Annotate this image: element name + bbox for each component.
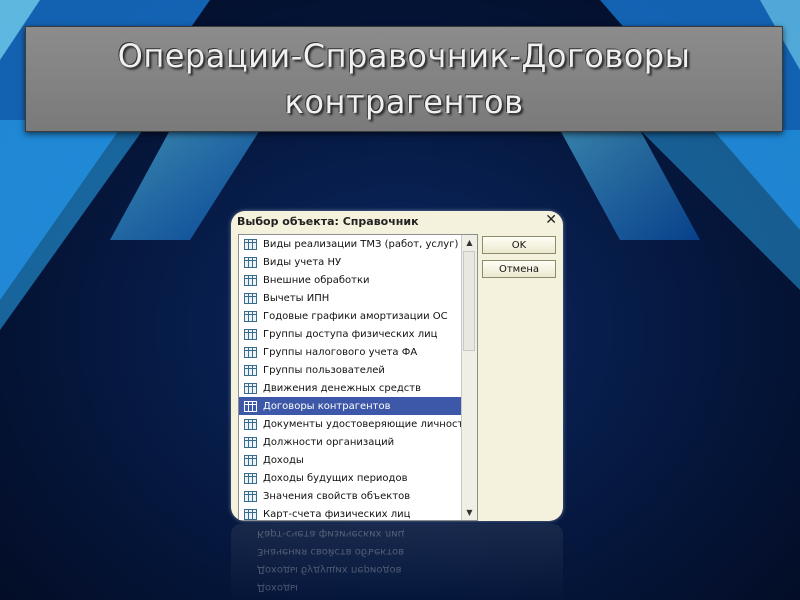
- table-icon: [244, 364, 257, 376]
- scroll-up-icon[interactable]: ▲: [462, 235, 477, 250]
- catalog-items: Виды реализации ТМЗ (работ, услуг) Виды у…: [239, 235, 477, 520]
- scroll-thumb[interactable]: [463, 251, 475, 351]
- ok-button[interactable]: OK: [482, 236, 556, 254]
- reflection-text: Доходы будущих периодов: [257, 564, 402, 575]
- list-item[interactable]: Виды учета НУ: [239, 253, 477, 271]
- table-icon: [244, 508, 257, 520]
- list-item-label: Виды реализации ТМЗ (работ, услуг): [263, 238, 459, 250]
- list-item[interactable]: Группы пользователей: [239, 361, 477, 379]
- list-item-label: Договоры контрагентов: [263, 400, 391, 412]
- cancel-button[interactable]: Отмена: [482, 260, 556, 278]
- list-item-label: Значения свойств объектов: [263, 490, 411, 502]
- list-item[interactable]: Вычеты ИПН: [239, 289, 477, 307]
- table-icon: [244, 346, 257, 358]
- vertical-scrollbar[interactable]: ▲ ▼: [461, 235, 477, 520]
- slide-title-box: Операции-Справочник-Договоры контрагенто…: [25, 26, 783, 132]
- list-item[interactable]: Карт-счета физических лиц: [239, 505, 477, 520]
- list-item[interactable]: Виды реализации ТМЗ (работ, услуг): [239, 235, 477, 253]
- table-icon: [244, 256, 257, 268]
- table-icon: [244, 400, 257, 412]
- list-item-label: Доходы будущих периодов: [263, 472, 408, 484]
- list-item[interactable]: Группы доступа физических лиц: [239, 325, 477, 343]
- table-icon: [244, 382, 257, 394]
- dialog-title: Выбор объекта: Справочник: [237, 215, 419, 228]
- list-item-label: Внешние обработки: [263, 274, 370, 286]
- dialog-reflection: Карт-счета физических лиц Значения свойс…: [231, 524, 563, 600]
- select-object-dialog: Выбор объекта: Справочник ✕ Виды реализа…: [231, 211, 563, 521]
- list-item[interactable]: Годовые графики амортизации ОС: [239, 307, 477, 325]
- list-item-label: Движения денежных средств: [263, 382, 422, 394]
- table-icon: [244, 310, 257, 322]
- list-item[interactable]: Доходы будущих периодов: [239, 469, 477, 487]
- list-item[interactable]: Внешние обработки: [239, 271, 477, 289]
- list-item[interactable]: Значения свойств объектов: [239, 487, 477, 505]
- reflection-text: Значения свойств объектов: [257, 546, 405, 557]
- scroll-down-icon[interactable]: ▼: [462, 505, 477, 520]
- table-icon: [244, 436, 257, 448]
- list-item[interactable]: Группы налогового учета ФА: [239, 343, 477, 361]
- close-icon[interactable]: ✕: [545, 212, 557, 228]
- list-item[interactable]: Договоры контрагентов: [239, 397, 477, 415]
- list-item-label: Доходы: [263, 454, 304, 466]
- table-icon: [244, 490, 257, 502]
- list-item-label: Виды учета НУ: [263, 256, 342, 268]
- list-item-label: Группы пользователей: [263, 364, 385, 376]
- table-icon: [244, 274, 257, 286]
- catalog-list[interactable]: Виды реализации ТМЗ (работ, услуг) Виды у…: [238, 234, 478, 521]
- list-item-label: Группы доступа физических лиц: [263, 328, 438, 340]
- table-icon: [244, 472, 257, 484]
- list-item-label: Должности организаций: [263, 436, 395, 448]
- list-item[interactable]: Документы удостоверяющие личность: [239, 415, 477, 433]
- list-item[interactable]: Доходы: [239, 451, 477, 469]
- slide-title: Операции-Справочник-Договоры контрагенто…: [117, 37, 691, 121]
- table-icon: [244, 454, 257, 466]
- table-icon: [244, 418, 257, 430]
- table-icon: [244, 238, 257, 250]
- list-item-label: Вычеты ИПН: [263, 292, 330, 304]
- list-item-label: Годовые графики амортизации ОС: [263, 310, 448, 322]
- table-icon: [244, 328, 257, 340]
- reflection-text: Доходы: [257, 582, 298, 593]
- list-item-label: Карт-счета физических лиц: [263, 508, 411, 520]
- list-item-label: Группы налогового учета ФА: [263, 346, 418, 358]
- table-icon: [244, 292, 257, 304]
- reflection-text: Карт-счета физических лиц: [257, 528, 405, 539]
- list-item-label: Документы удостоверяющие личность: [263, 418, 470, 430]
- list-item[interactable]: Должности организаций: [239, 433, 477, 451]
- list-item[interactable]: Движения денежных средств: [239, 379, 477, 397]
